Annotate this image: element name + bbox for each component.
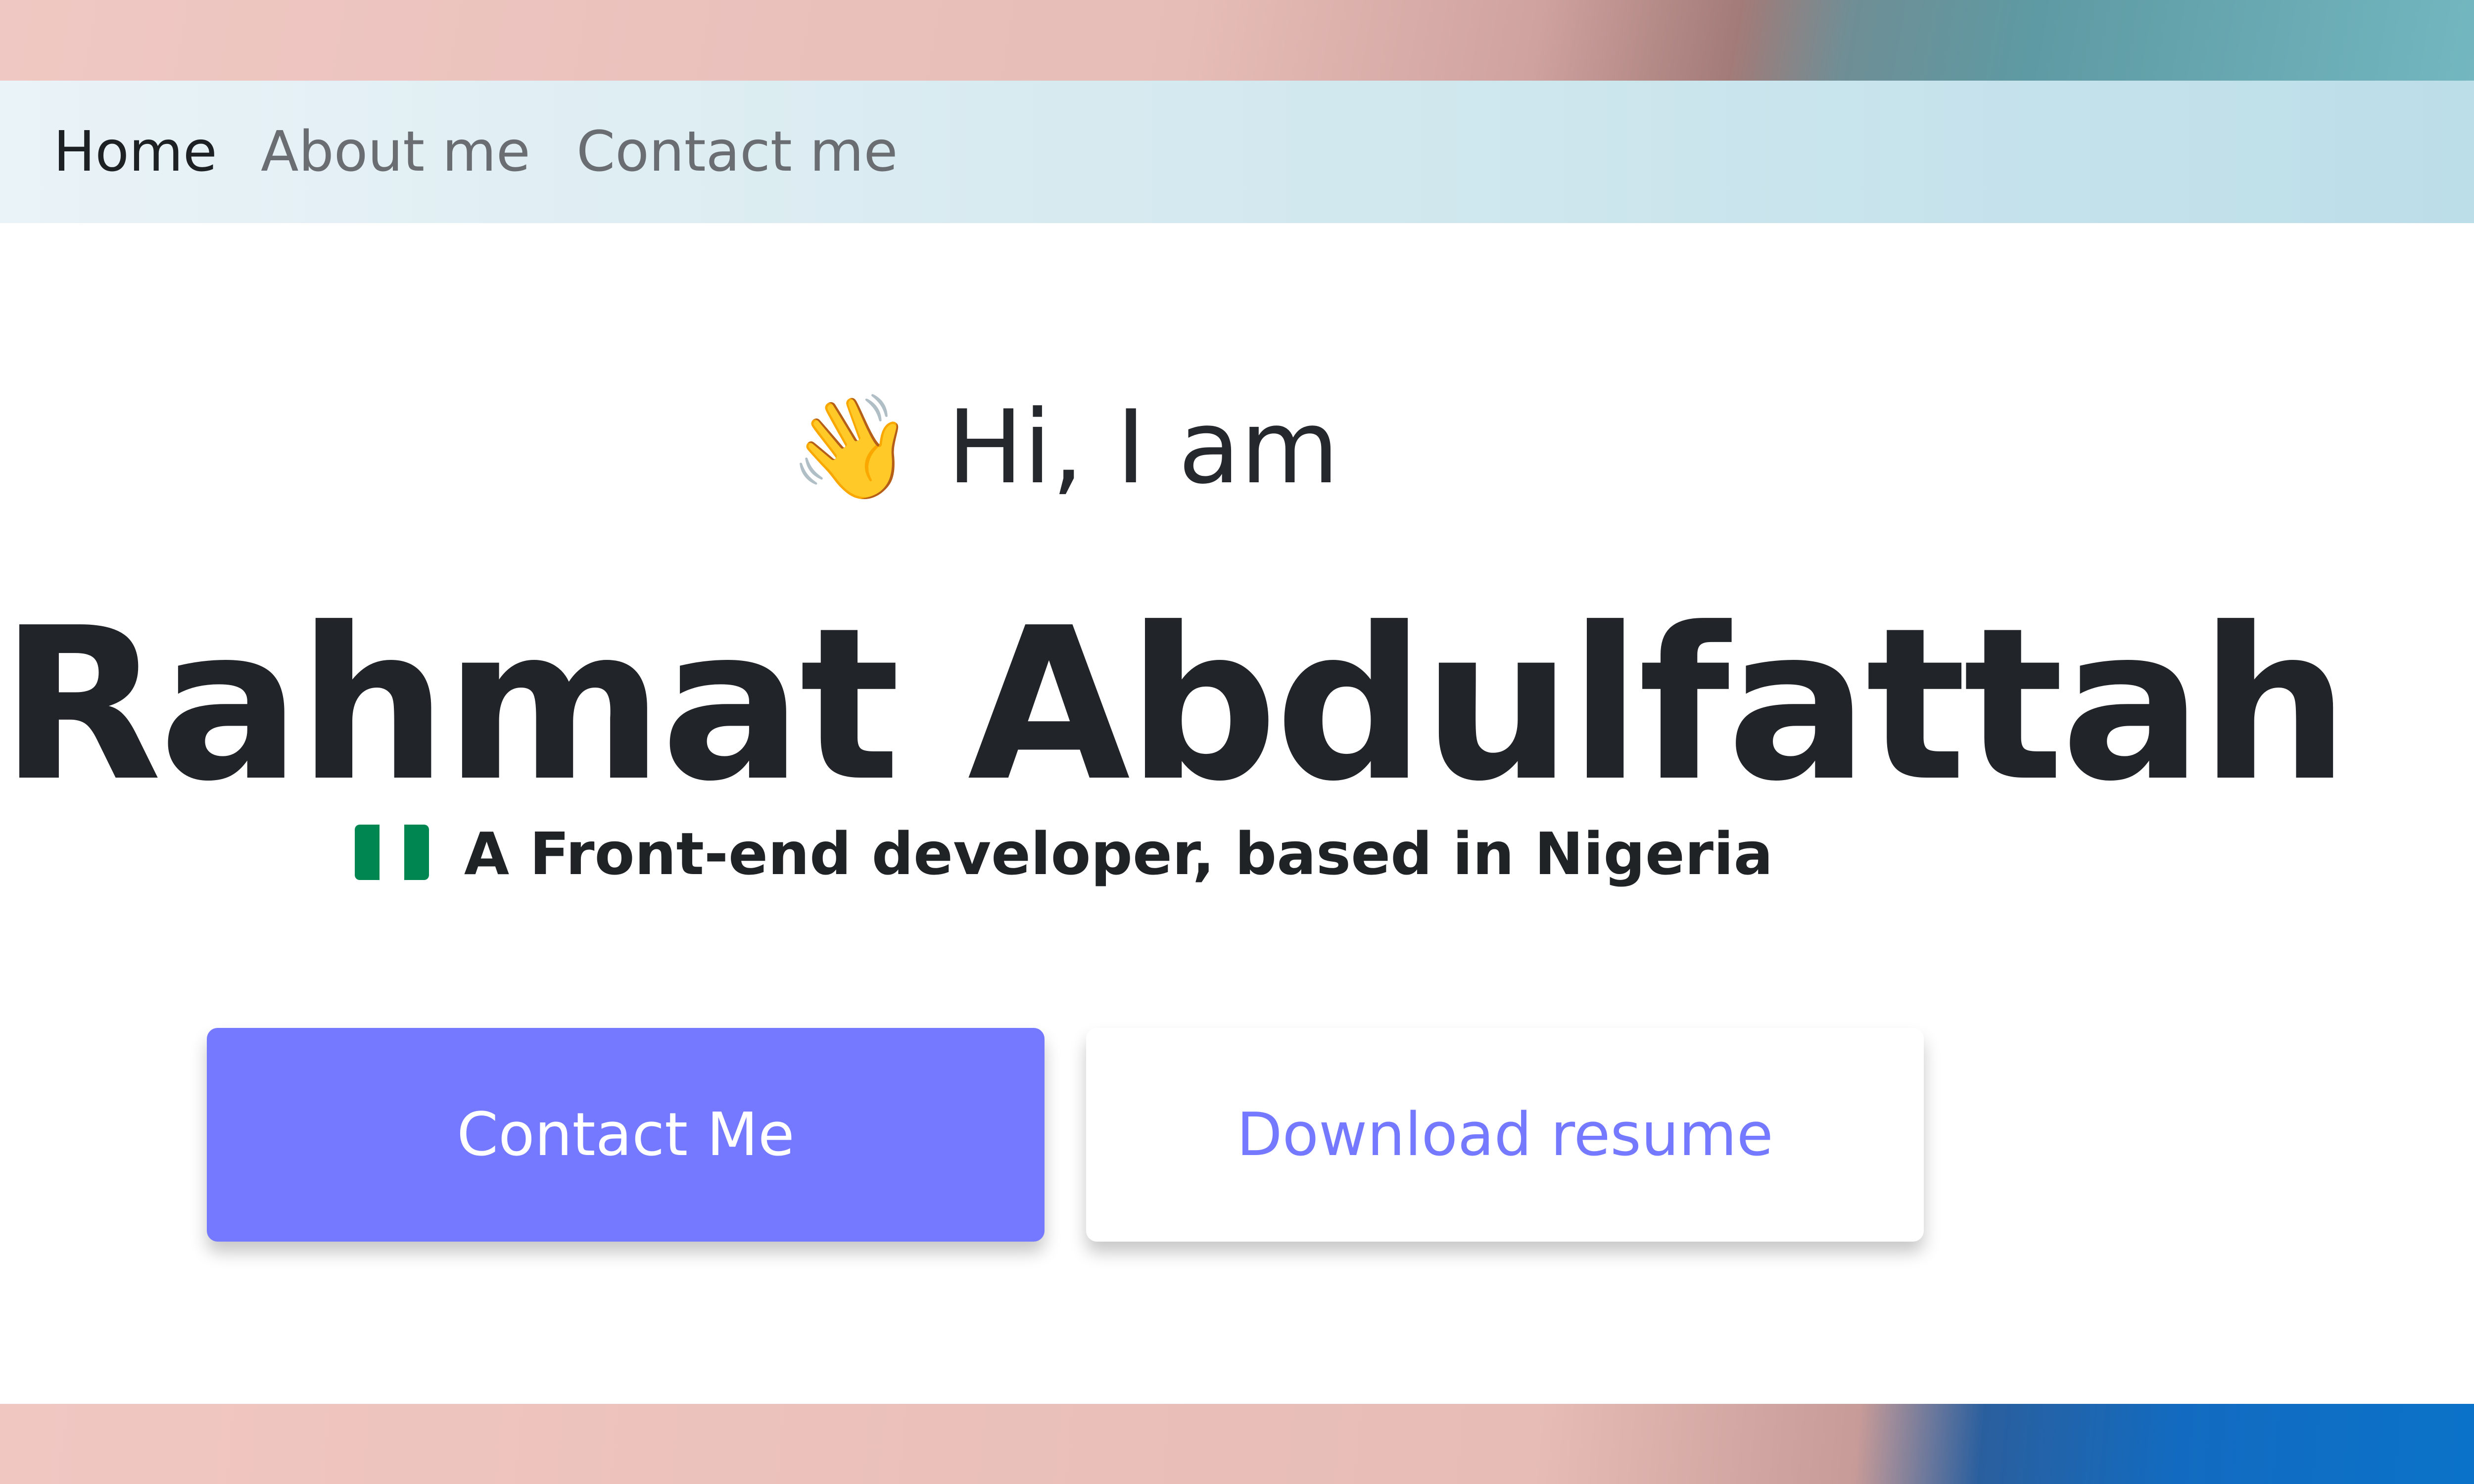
greeting: 👋 Hi, I am [0, 389, 2128, 508]
contact-me-button[interactable]: Contact Me [207, 1028, 1045, 1242]
tagline-text: A Front-end developer, based in Nigeria [464, 820, 1773, 888]
contact-me-button-label: Contact Me [457, 1100, 795, 1169]
nav-link-contact[interactable]: Contact me [576, 120, 898, 184]
nav-link-about[interactable]: About me [261, 120, 530, 184]
tagline: A Front-end developer, based in Nigeria [0, 820, 2128, 888]
navbar: Home About me Contact me [0, 81, 2474, 223]
nigeria-flag-icon [354, 825, 429, 880]
download-resume-button-label: Download resume [1237, 1100, 1773, 1169]
waving-hand-icon: 👋 [788, 389, 915, 507]
nav-link-home[interactable]: Home [53, 120, 217, 184]
top-background-band [0, 0, 2474, 81]
bottom-background-band [0, 1404, 2474, 1484]
hero-name: Rahmat Abdulfattah [0, 583, 2349, 828]
download-resume-button[interactable]: Download resume [1086, 1028, 1924, 1242]
greeting-text: Hi, I am [947, 389, 1339, 507]
hero-section: 👋 Hi, I am Rahmat Abdulfattah A Front-en… [0, 223, 2474, 1404]
